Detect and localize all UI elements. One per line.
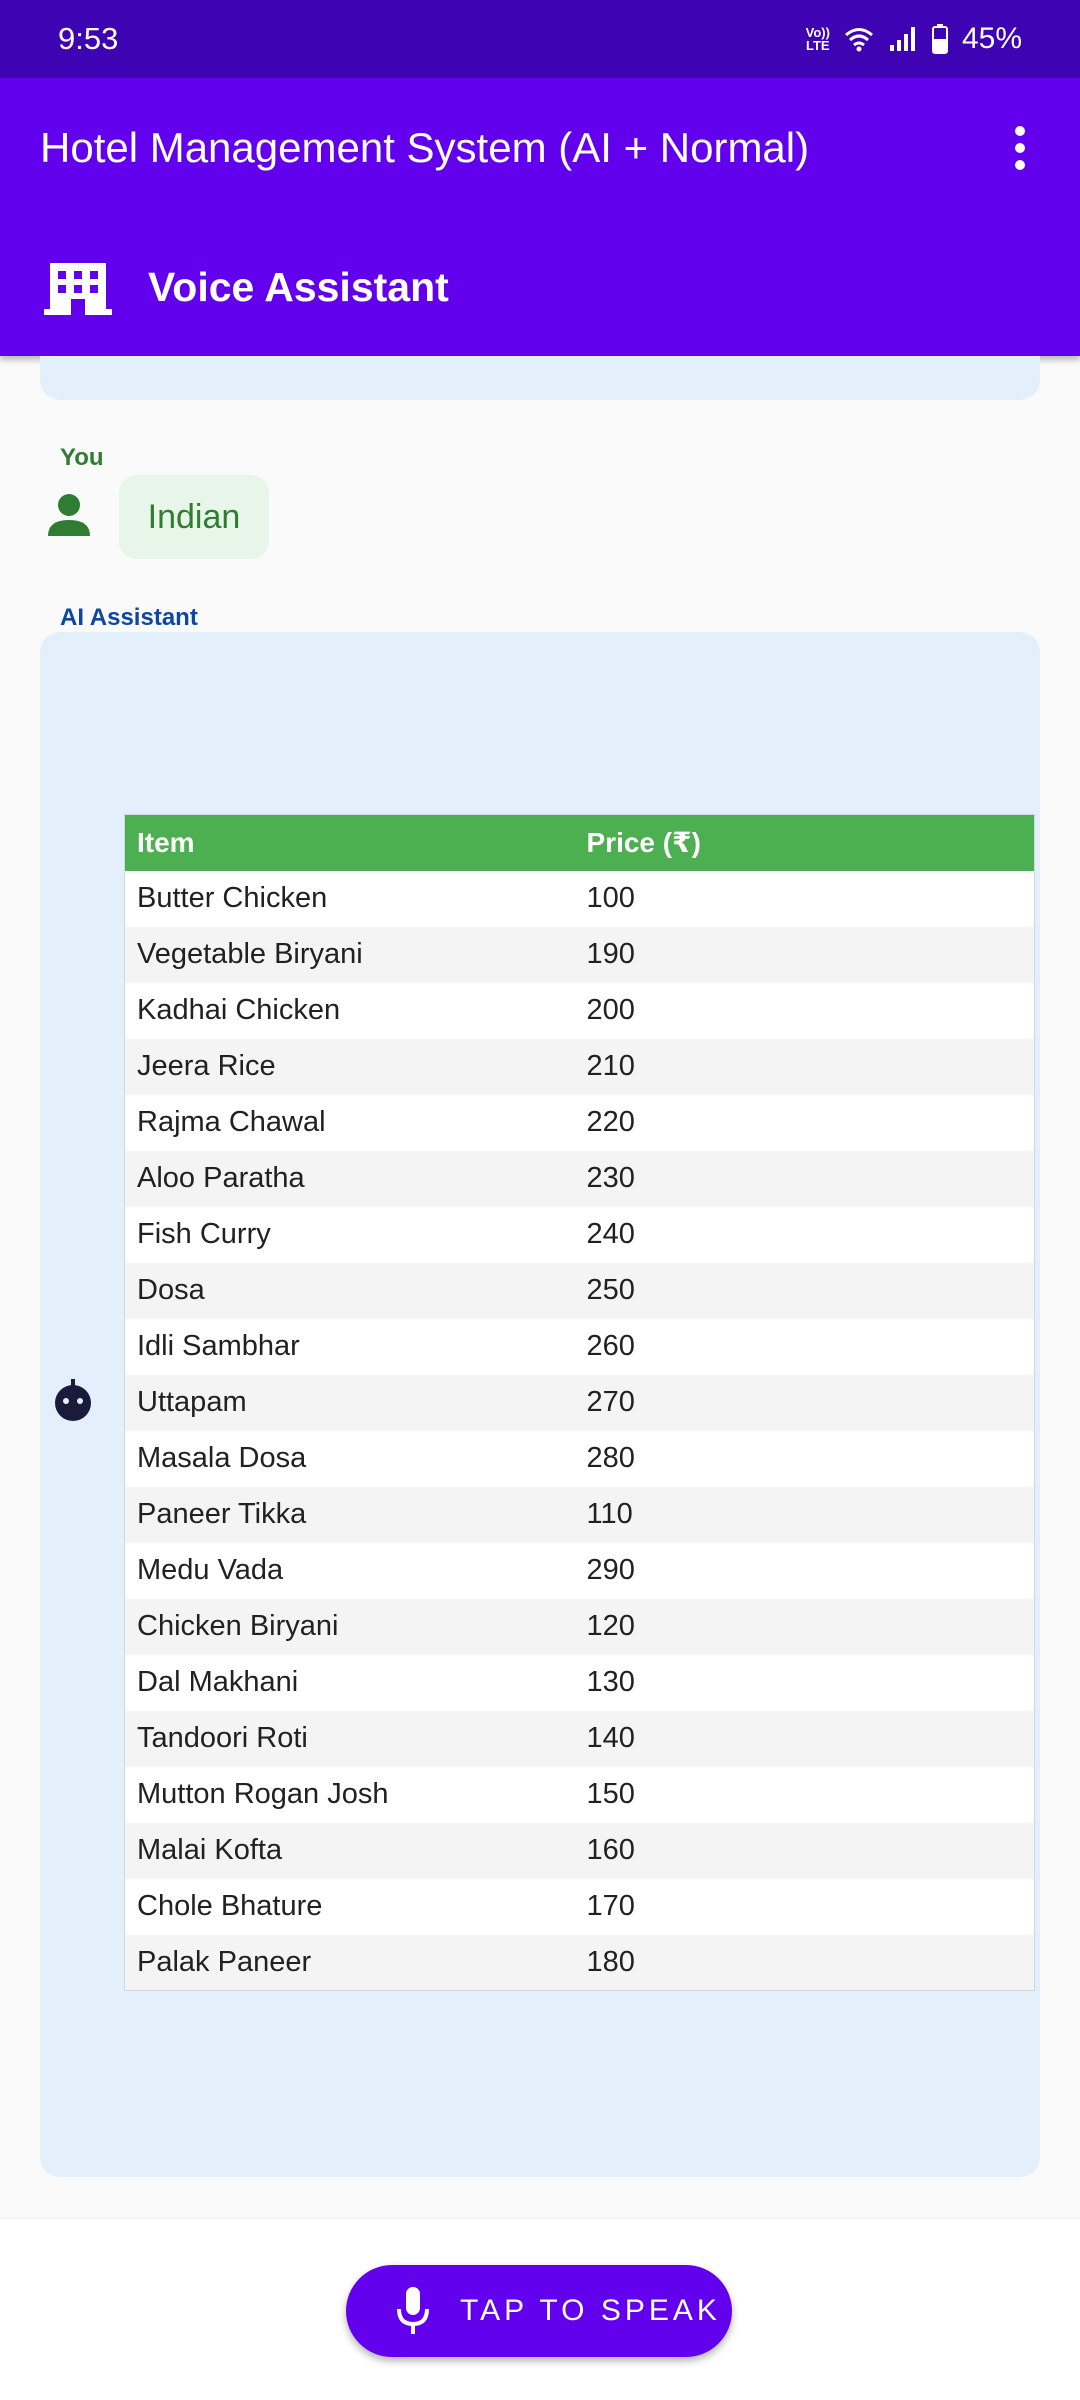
status-time: 9:53 — [58, 21, 119, 56]
more-vert-icon[interactable] — [1000, 118, 1040, 178]
price-cell: 270 — [574, 1374, 1035, 1431]
user-message-bubble: Indian — [119, 475, 269, 559]
table-header-row: Item Price (₹) — [124, 814, 1035, 871]
table-row: Dosa 250 — [124, 1262, 1035, 1319]
item-cell: Dal Makhani — [137, 1666, 299, 1698]
item-cell: Palak Paneer — [124, 1934, 575, 1991]
price-cell: 250 — [574, 1262, 1035, 1319]
item-cell: Idli Sambhar — [137, 1330, 300, 1362]
item-cell: Rajma Chawal — [137, 1106, 326, 1138]
table-row: Mutton Rogan Josh 150 — [125, 1767, 1035, 1823]
battery-icon — [931, 24, 948, 54]
table-row: Medu Vada 290 — [125, 1543, 1035, 1599]
price-cell: 210 — [574, 1038, 1035, 1095]
person-icon — [48, 494, 90, 536]
table-row: Paneer Tikka 110 — [124, 1486, 1035, 1543]
status-bar: 9:53 Vo)) LTE 45% — [0, 0, 1080, 78]
price-cell: 240 — [586, 1218, 635, 1250]
table-row: Uttapam 270 — [124, 1374, 1035, 1431]
price-cell: 180 — [574, 1934, 1035, 1991]
speak-button-label: TAP TO SPEAK — [460, 2294, 721, 2327]
table-row: Masala Dosa 280 — [125, 1431, 1035, 1487]
bottom-bar: TAP TO SPEAK — [0, 2218, 1080, 2400]
price-cell: 220 — [586, 1106, 635, 1138]
volte-icon: Vo)) LTE — [805, 25, 830, 53]
mic-icon — [397, 2287, 429, 2334]
price-cell: 290 — [586, 1554, 635, 1586]
item-cell: Masala Dosa — [137, 1442, 307, 1474]
ai-label: AI Assistant — [60, 604, 198, 631]
table-row: Chicken Biryani 120 — [124, 1598, 1035, 1655]
price-cell: 120 — [574, 1598, 1035, 1655]
user-message-text: Indian — [147, 497, 241, 536]
chat-list[interactable]: You Indian AI Assistant Item Price (₹) B… — [0, 356, 1080, 2218]
menu-table: Item Price (₹) Butter Chicken 100 Vegetabl… — [124, 814, 1035, 1991]
table-row: Palak Paneer 180 — [124, 1934, 1035, 1991]
price-cell: 260 — [586, 1330, 635, 1362]
table-row: Idli Sambhar 260 — [125, 1319, 1035, 1375]
previous-message-bubble — [40, 356, 1040, 400]
battery-level: 45% — [961, 22, 1022, 55]
item-cell: Malai Kofta — [124, 1822, 575, 1879]
price-cell: 140 — [574, 1710, 1035, 1767]
table-row: Chole Bhature 170 — [125, 1879, 1035, 1935]
item-cell: Chole Bhature — [137, 1890, 323, 1922]
signal-icon — [889, 27, 915, 51]
building-icon — [44, 263, 112, 315]
price-cell: 110 — [574, 1486, 1035, 1543]
price-cell: 230 — [574, 1150, 1035, 1207]
item-cell: Tandoori Roti — [124, 1710, 575, 1767]
price-cell: 130 — [586, 1666, 635, 1698]
user-label: You — [60, 444, 104, 471]
table-row: Malai Kofta 160 — [124, 1822, 1035, 1879]
price-cell: 190 — [574, 926, 1035, 983]
bot-icon — [55, 1379, 91, 1421]
price-cell: 100 — [586, 882, 635, 914]
app-bar: Hotel Management System (AI + Normal) — [0, 78, 1080, 218]
item-cell: Kadhai Chicken — [137, 994, 341, 1026]
item-cell: Uttapam — [124, 1374, 575, 1431]
tap-to-speak-button[interactable]: TAP TO SPEAK — [346, 2265, 732, 2357]
table-row: Dal Makhani 130 — [125, 1655, 1035, 1711]
section-header: Voice Assistant — [0, 218, 1080, 356]
status-icons: Vo)) LTE 45% — [806, 22, 1022, 56]
table-row: Kadhai Chicken 200 — [125, 983, 1035, 1039]
table-row: Vegetable Biryani 190 — [124, 926, 1035, 983]
item-cell: Fish Curry — [137, 1218, 271, 1250]
price-cell: 200 — [586, 994, 635, 1026]
item-cell: Paneer Tikka — [124, 1486, 575, 1543]
table-row: Rajma Chawal 220 — [125, 1095, 1035, 1151]
item-cell: Vegetable Biryani — [124, 926, 575, 983]
price-cell: 160 — [574, 1822, 1035, 1879]
column-header-price: Price (₹) — [574, 814, 1035, 871]
wifi-icon — [844, 28, 873, 52]
item-cell: Butter Chicken — [137, 882, 328, 914]
table-row: Aloo Paratha 230 — [124, 1150, 1035, 1207]
table-row: Tandoori Roti 140 — [124, 1710, 1035, 1767]
table-row: Fish Curry 240 — [125, 1207, 1035, 1263]
table-body: Butter Chicken 100 Vegetable Biryani 190 Kad… — [124, 871, 1035, 1991]
table-row: Jeera Rice 210 — [124, 1038, 1035, 1095]
item-cell: Jeera Rice — [124, 1038, 575, 1095]
item-cell: Chicken Biryani — [124, 1598, 575, 1655]
item-cell: Mutton Rogan Josh — [137, 1778, 389, 1810]
app-title: Hotel Management System (AI + Normal) — [40, 124, 810, 171]
table-row: Butter Chicken 100 — [125, 871, 1035, 927]
item-cell: Medu Vada — [137, 1554, 284, 1586]
price-cell: 170 — [586, 1890, 635, 1922]
price-cell: 280 — [586, 1442, 635, 1474]
item-cell: Dosa — [124, 1262, 575, 1319]
column-header-item: Item — [124, 814, 575, 871]
item-cell: Aloo Paratha — [124, 1150, 575, 1207]
section-title: Voice Assistant — [148, 263, 449, 310]
price-cell: 150 — [586, 1778, 635, 1810]
